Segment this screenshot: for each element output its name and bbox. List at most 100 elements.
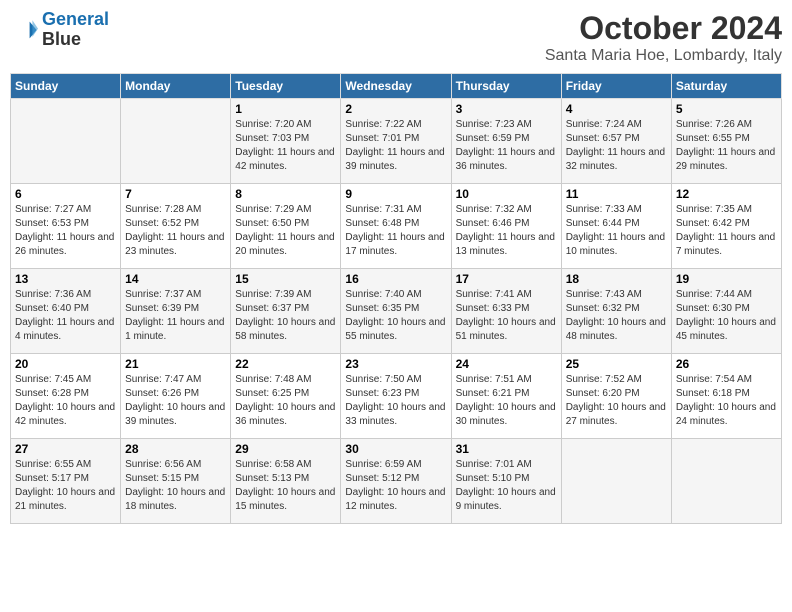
calendar-cell: 2 Sunrise: 7:22 AM Sunset: 7:01 PM Daylig…	[341, 99, 451, 184]
calendar-cell: 28 Sunrise: 6:56 AM Sunset: 5:15 PM Dayli…	[121, 439, 231, 524]
day-number: 31	[456, 442, 557, 456]
weekday-header-sunday: Sunday	[11, 74, 121, 99]
calendar-cell: 6 Sunrise: 7:27 AM Sunset: 6:53 PM Daylig…	[11, 184, 121, 269]
calendar-week-2: 6 Sunrise: 7:27 AM Sunset: 6:53 PM Daylig…	[11, 184, 782, 269]
day-info: Sunrise: 7:44 AM Sunset: 6:30 PM Dayligh…	[676, 288, 777, 344]
day-info: Sunrise: 7:52 AM Sunset: 6:20 PM Dayligh…	[566, 373, 667, 429]
calendar-cell: 14 Sunrise: 7:37 AM Sunset: 6:39 PM Dayli…	[121, 269, 231, 354]
calendar-cell: 7Sunrise: 7:28 AM Sunset: 6:52 PM Daylig…	[121, 184, 231, 269]
day-info: Sunrise: 7:27 AM Sunset: 6:53 PM Dayligh…	[15, 203, 116, 259]
day-info: Sunrise: 7:24 AM Sunset: 6:57 PM Dayligh…	[566, 118, 667, 174]
day-info: Sunrise: 7:26 AM Sunset: 6:55 PM Dayligh…	[676, 118, 777, 174]
day-info: Sunrise: 7:48 AM Sunset: 6:25 PM Dayligh…	[235, 373, 336, 429]
day-info: Sunrise: 7:40 AM Sunset: 6:35 PM Dayligh…	[345, 288, 446, 344]
day-info: Sunrise: 7:50 AM Sunset: 6:23 PM Dayligh…	[345, 373, 446, 429]
day-info: Sunrise: 7:41 AM Sunset: 6:33 PM Dayligh…	[456, 288, 557, 344]
day-number: 2	[345, 102, 446, 116]
calendar-cell: 18Sunrise: 7:43 AM Sunset: 6:32 PM Dayli…	[561, 269, 671, 354]
calendar-cell: 20 Sunrise: 7:45 AM Sunset: 6:28 PM Dayli…	[11, 354, 121, 439]
page-header: General Blue October 2024 Santa Maria Ho…	[10, 10, 782, 65]
day-number: 25	[566, 357, 667, 371]
day-info: Sunrise: 7:35 AM Sunset: 6:42 PM Dayligh…	[676, 203, 777, 259]
day-info: Sunrise: 7:54 AM Sunset: 6:18 PM Dayligh…	[676, 373, 777, 429]
day-number: 15	[235, 272, 336, 286]
calendar-cell: 21Sunrise: 7:47 AM Sunset: 6:26 PM Dayli…	[121, 354, 231, 439]
logo-text: General Blue	[42, 10, 109, 50]
calendar-cell: 12Sunrise: 7:35 AM Sunset: 6:42 PM Dayli…	[671, 184, 781, 269]
calendar-cell: 27 Sunrise: 6:55 AM Sunset: 5:17 PM Dayli…	[11, 439, 121, 524]
weekday-header-row: SundayMondayTuesdayWednesdayThursdayFrid…	[11, 74, 782, 99]
calendar-cell: 17 Sunrise: 7:41 AM Sunset: 6:33 PM Dayli…	[451, 269, 561, 354]
day-number: 13	[15, 272, 116, 286]
day-number: 14	[125, 272, 226, 286]
weekday-header-friday: Friday	[561, 74, 671, 99]
calendar-cell: 31 Sunrise: 7:01 AM Sunset: 5:10 PM Dayli…	[451, 439, 561, 524]
calendar-cell: 23 Sunrise: 7:50 AM Sunset: 6:23 PM Dayli…	[341, 354, 451, 439]
calendar-cell: 22Sunrise: 7:48 AM Sunset: 6:25 PM Dayli…	[231, 354, 341, 439]
calendar-cell: 26 Sunrise: 7:54 AM Sunset: 6:18 PM Dayli…	[671, 354, 781, 439]
day-info: Sunrise: 7:28 AM Sunset: 6:52 PM Dayligh…	[125, 203, 226, 259]
day-info: Sunrise: 7:36 AM Sunset: 6:40 PM Dayligh…	[15, 288, 116, 344]
calendar-header: SundayMondayTuesdayWednesdayThursdayFrid…	[11, 74, 782, 99]
calendar-cell: 15 Sunrise: 7:39 AM Sunset: 6:37 PM Dayli…	[231, 269, 341, 354]
calendar-cell: 11 Sunrise: 7:33 AM Sunset: 6:44 PM Dayli…	[561, 184, 671, 269]
day-info: Sunrise: 6:58 AM Sunset: 5:13 PM Dayligh…	[235, 458, 336, 514]
calendar-cell: 3 Sunrise: 7:23 AM Sunset: 6:59 PM Daylig…	[451, 99, 561, 184]
day-number: 19	[676, 272, 777, 286]
day-info: Sunrise: 7:39 AM Sunset: 6:37 PM Dayligh…	[235, 288, 336, 344]
day-info: Sunrise: 7:29 AM Sunset: 6:50 PM Dayligh…	[235, 203, 336, 259]
day-number: 1	[235, 102, 336, 116]
weekday-header-thursday: Thursday	[451, 74, 561, 99]
day-info: Sunrise: 7:45 AM Sunset: 6:28 PM Dayligh…	[15, 373, 116, 429]
day-number: 16	[345, 272, 446, 286]
day-info: Sunrise: 6:56 AM Sunset: 5:15 PM Dayligh…	[125, 458, 226, 514]
day-number: 3	[456, 102, 557, 116]
calendar-cell	[121, 99, 231, 184]
logo: General Blue	[10, 10, 109, 50]
day-number: 4	[566, 102, 667, 116]
weekday-header-tuesday: Tuesday	[231, 74, 341, 99]
calendar-cell	[11, 99, 121, 184]
weekday-header-wednesday: Wednesday	[341, 74, 451, 99]
calendar-cell: 19 Sunrise: 7:44 AM Sunset: 6:30 PM Dayli…	[671, 269, 781, 354]
day-info: Sunrise: 7:23 AM Sunset: 6:59 PM Dayligh…	[456, 118, 557, 174]
day-info: Sunrise: 7:31 AM Sunset: 6:48 PM Dayligh…	[345, 203, 446, 259]
logo-line2: Blue	[42, 30, 109, 50]
day-number: 11	[566, 187, 667, 201]
calendar-cell: 25 Sunrise: 7:52 AM Sunset: 6:20 PM Dayli…	[561, 354, 671, 439]
location-title: Santa Maria Hoe, Lombardy, Italy	[545, 47, 782, 65]
day-number: 17	[456, 272, 557, 286]
day-number: 23	[345, 357, 446, 371]
day-number: 6	[15, 187, 116, 201]
calendar-week-1: 1 Sunrise: 7:20 AM Sunset: 7:03 PM Daylig…	[11, 99, 782, 184]
day-number: 28	[125, 442, 226, 456]
calendar-cell: 1 Sunrise: 7:20 AM Sunset: 7:03 PM Daylig…	[231, 99, 341, 184]
weekday-header-saturday: Saturday	[671, 74, 781, 99]
calendar-cell: 9 Sunrise: 7:31 AM Sunset: 6:48 PM Daylig…	[341, 184, 451, 269]
day-number: 10	[456, 187, 557, 201]
day-number: 26	[676, 357, 777, 371]
calendar-cell: 30 Sunrise: 6:59 AM Sunset: 5:12 PM Dayli…	[341, 439, 451, 524]
weekday-header-monday: Monday	[121, 74, 231, 99]
day-number: 27	[15, 442, 116, 456]
calendar-cell: 29Sunrise: 6:58 AM Sunset: 5:13 PM Dayli…	[231, 439, 341, 524]
day-info: Sunrise: 7:20 AM Sunset: 7:03 PM Dayligh…	[235, 118, 336, 174]
day-number: 21	[125, 357, 226, 371]
day-info: Sunrise: 7:01 AM Sunset: 5:10 PM Dayligh…	[456, 458, 557, 514]
day-number: 20	[15, 357, 116, 371]
day-info: Sunrise: 7:51 AM Sunset: 6:21 PM Dayligh…	[456, 373, 557, 429]
day-info: Sunrise: 7:22 AM Sunset: 7:01 PM Dayligh…	[345, 118, 446, 174]
logo-line1: General	[42, 9, 109, 29]
calendar-cell: 10Sunrise: 7:32 AM Sunset: 6:46 PM Dayli…	[451, 184, 561, 269]
calendar-week-3: 13 Sunrise: 7:36 AM Sunset: 6:40 PM Dayli…	[11, 269, 782, 354]
day-number: 24	[456, 357, 557, 371]
day-info: Sunrise: 7:33 AM Sunset: 6:44 PM Dayligh…	[566, 203, 667, 259]
day-info: Sunrise: 6:55 AM Sunset: 5:17 PM Dayligh…	[15, 458, 116, 514]
day-number: 30	[345, 442, 446, 456]
day-info: Sunrise: 7:37 AM Sunset: 6:39 PM Dayligh…	[125, 288, 226, 344]
calendar-week-5: 27 Sunrise: 6:55 AM Sunset: 5:17 PM Dayli…	[11, 439, 782, 524]
day-number: 8	[235, 187, 336, 201]
day-number: 18	[566, 272, 667, 286]
day-number: 9	[345, 187, 446, 201]
day-info: Sunrise: 6:59 AM Sunset: 5:12 PM Dayligh…	[345, 458, 446, 514]
